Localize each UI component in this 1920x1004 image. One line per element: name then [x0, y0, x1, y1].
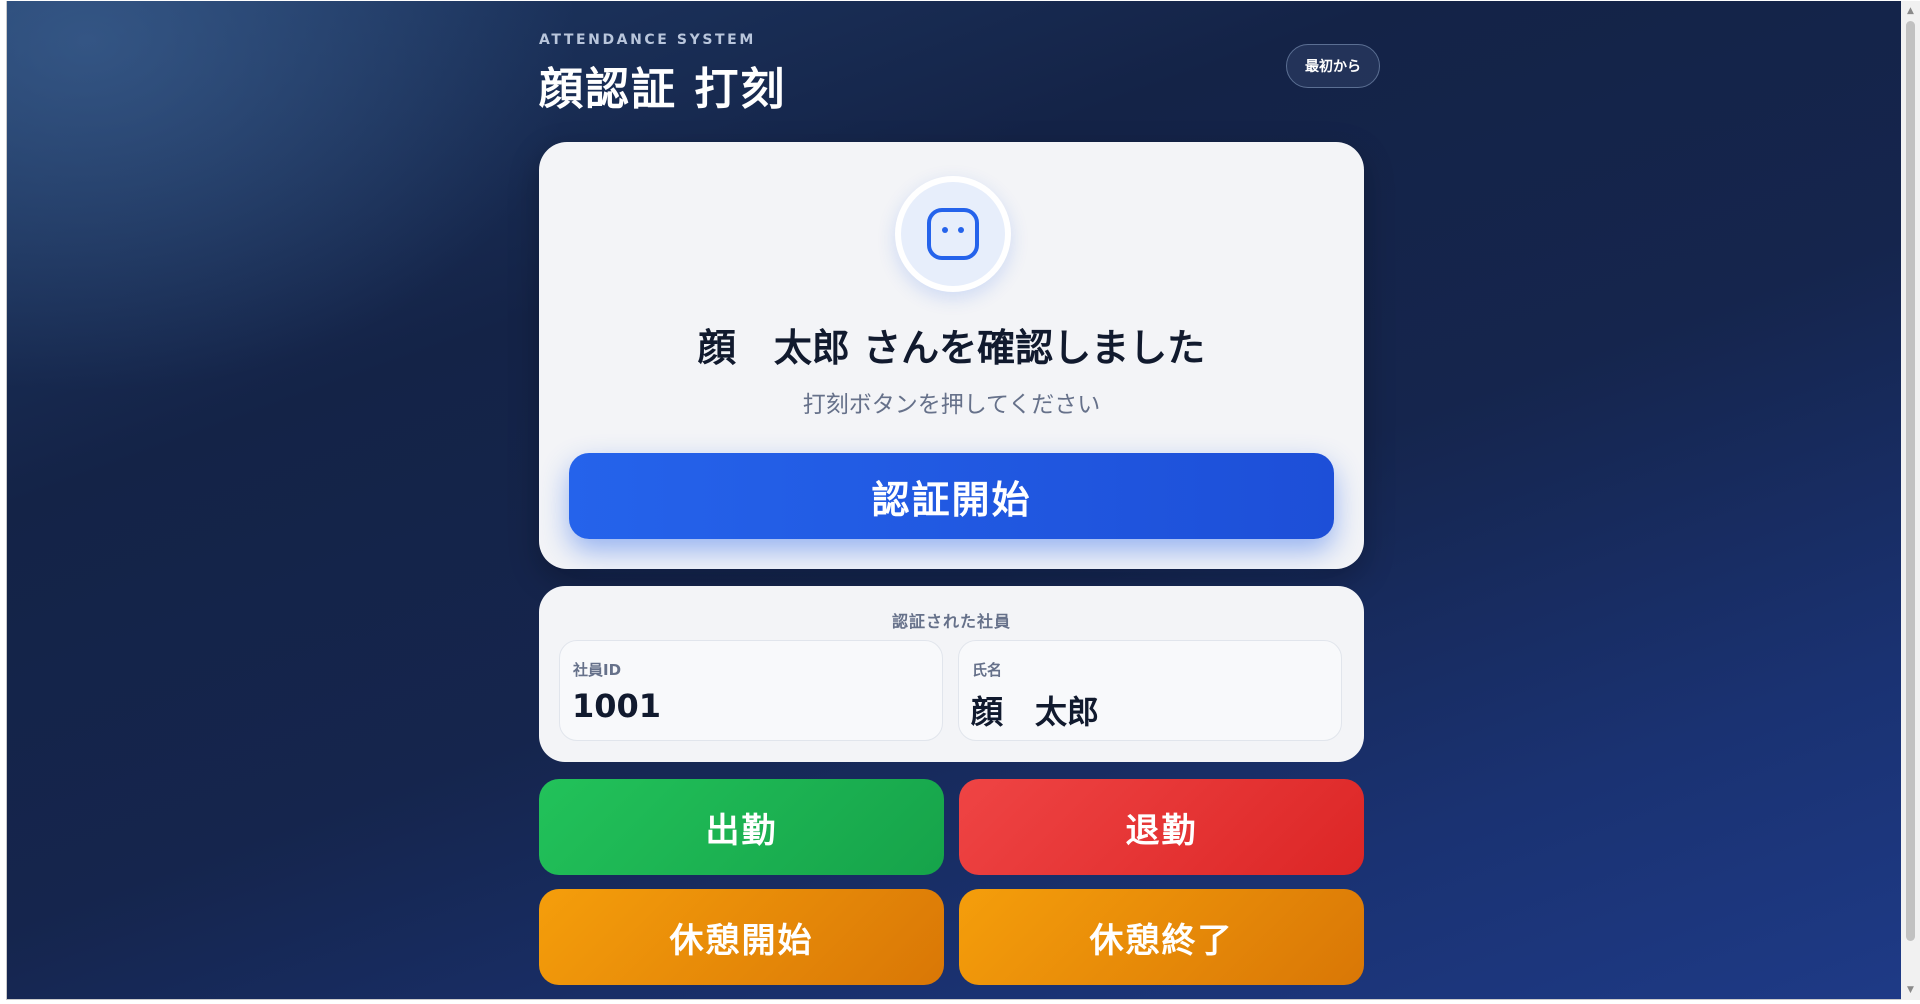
scroll-up-arrow-icon[interactable]: ▲	[1905, 4, 1916, 18]
employee-card: 認証された社員 社員ID 1001 氏名 顔 太郎	[539, 586, 1364, 762]
employee-id-label: 社員ID	[573, 661, 622, 679]
scroll-down-arrow-icon[interactable]: ▼	[1905, 983, 1916, 997]
employee-name-field: 氏名 顔 太郎	[958, 640, 1342, 741]
confirm-message: 顔 太郎 さんを確認しました	[697, 326, 1206, 370]
clock-in-button[interactable]: 出勤	[539, 779, 944, 875]
reset-button[interactable]: 最初から	[1286, 44, 1380, 88]
auth-card: 顔 太郎 さんを確認しました 打刻ボタンを押してください 認証開始	[539, 142, 1364, 569]
employee-id-value: 1001	[572, 687, 662, 725]
employee-section-title: 認証された社員	[891, 612, 1011, 631]
face-icon-container	[895, 176, 1011, 292]
employee-id-field: 社員ID 1001	[559, 640, 943, 741]
instruction-text: 打刻ボタンを押してください	[802, 392, 1101, 418]
employee-name-value: 顔 太郎	[971, 693, 1100, 731]
break-end-button[interactable]: 休憩終了	[959, 889, 1364, 985]
employee-name-label: 氏名	[972, 661, 1003, 679]
scrollbar-thumb[interactable]	[1906, 21, 1915, 941]
system-eyebrow: ATTENDANCE SYSTEM	[539, 32, 756, 48]
clock-out-button[interactable]: 退勤	[959, 779, 1364, 875]
vertical-scrollbar[interactable]: ▲ ▼	[1901, 1, 1920, 1000]
page-title: 顔認証 打刻	[539, 64, 787, 115]
start-auth-button[interactable]: 認証開始	[569, 453, 1334, 539]
break-start-button[interactable]: 休憩開始	[539, 889, 944, 985]
app-viewport: ATTENDANCE SYSTEM 顔認証 打刻 最初から 顔 太郎 さんを確認…	[6, 1, 1901, 1000]
face-icon	[927, 208, 979, 260]
